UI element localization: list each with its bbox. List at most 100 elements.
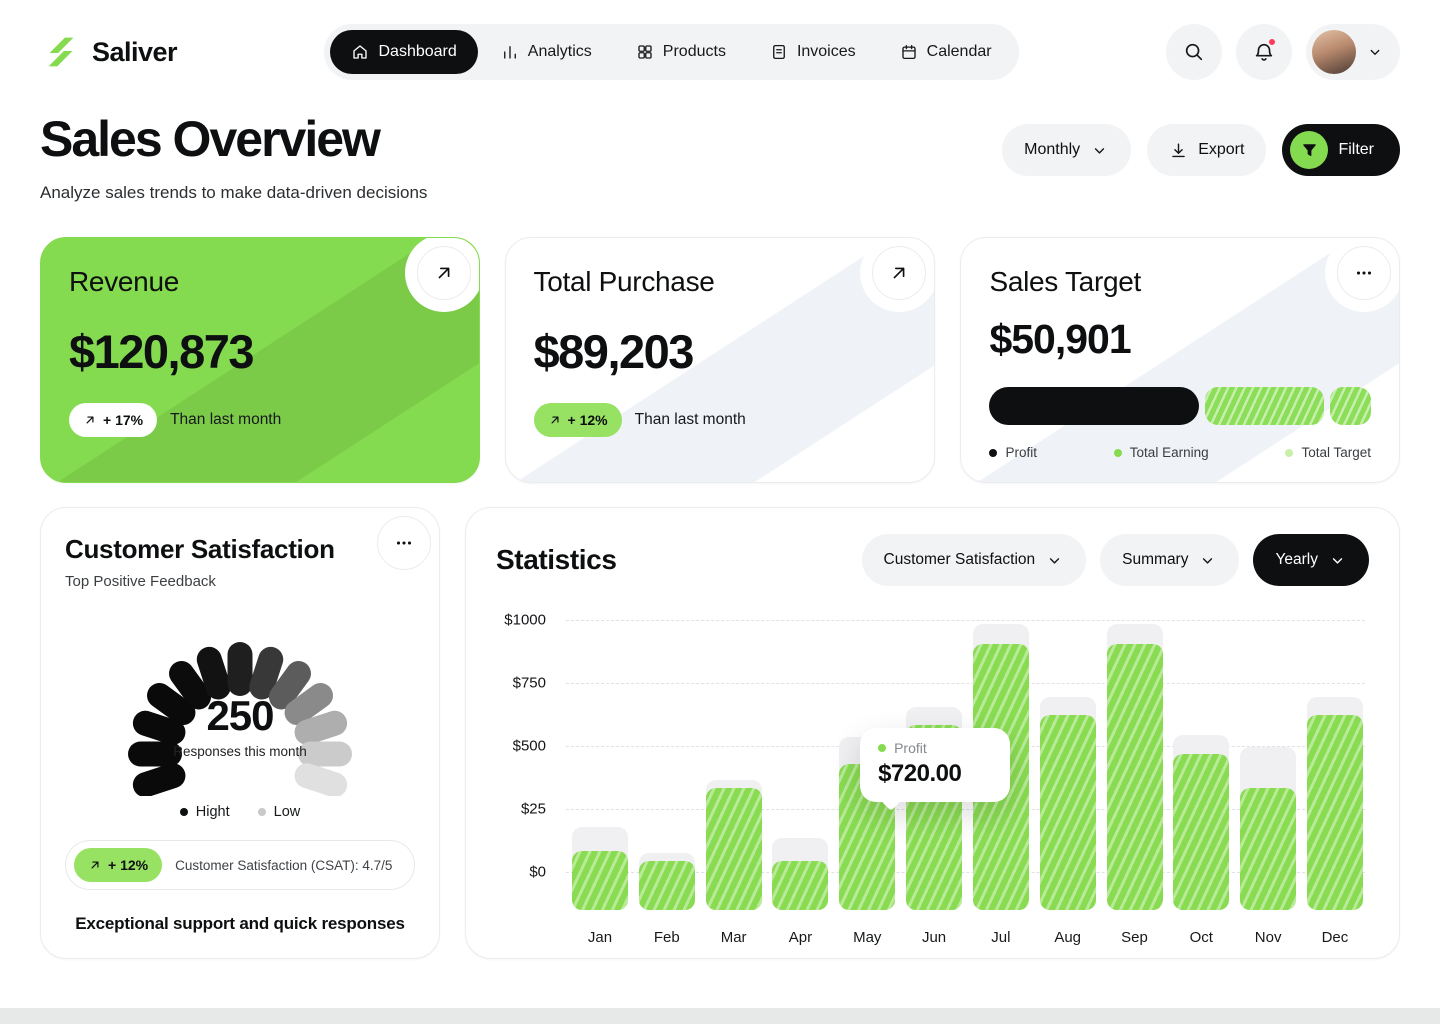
logo-icon bbox=[40, 31, 82, 73]
arrow-up-right-icon bbox=[88, 858, 102, 872]
legend-item-total-earning: Total Earning bbox=[1114, 445, 1209, 460]
csat-delta-badge: + 12% bbox=[74, 848, 162, 882]
nav-item-products[interactable]: Products bbox=[615, 30, 747, 74]
x-axis-label: Feb bbox=[639, 929, 695, 946]
satisfaction-gauge: 250 Responses this month bbox=[90, 604, 390, 796]
x-axis-label: Oct bbox=[1173, 929, 1229, 946]
logo: Saliver bbox=[40, 31, 177, 73]
nav-item-label: Analytics bbox=[528, 43, 592, 61]
bar-profit bbox=[1307, 715, 1363, 910]
sales-target-progress bbox=[989, 387, 1371, 425]
page-title: Sales Overview bbox=[40, 110, 427, 168]
nav-item-label: Calendar bbox=[927, 43, 992, 61]
nav-item-label: Invoices bbox=[797, 43, 856, 61]
chevron-down-icon bbox=[1045, 551, 1064, 570]
satisfaction-legend-low: Low bbox=[258, 804, 301, 820]
sales-target-legend: ProfitTotal EarningTotal Target bbox=[989, 445, 1371, 460]
chart-column-dec[interactable]: Dec bbox=[1307, 610, 1363, 956]
total-purchase-delta-badge: + 12% bbox=[534, 403, 622, 437]
statistics-title: Statistics bbox=[496, 544, 617, 576]
bar-profit bbox=[706, 788, 762, 910]
revenue-expand-button[interactable] bbox=[417, 246, 471, 300]
satisfaction-subtitle: Top Positive Feedback bbox=[65, 573, 415, 590]
export-button[interactable]: Export bbox=[1147, 124, 1266, 176]
bar-profit bbox=[572, 851, 628, 910]
legend-dot bbox=[1114, 449, 1122, 457]
x-axis-label: Nov bbox=[1240, 929, 1296, 946]
bottom-row: Customer Satisfaction Top Positive Feedb… bbox=[40, 507, 1400, 959]
chart-column-mar[interactable]: Mar bbox=[706, 610, 762, 956]
period-label: Monthly bbox=[1024, 141, 1080, 159]
total-purchase-expand-button[interactable] bbox=[872, 246, 926, 300]
notification-dot bbox=[1268, 38, 1276, 46]
download-icon bbox=[1169, 141, 1188, 160]
x-axis-label: Jul bbox=[973, 929, 1029, 946]
nav-item-label: Dashboard bbox=[378, 43, 456, 61]
chevron-down-icon bbox=[1328, 551, 1347, 570]
chart-column-jun[interactable]: JunProfit$720.00 bbox=[906, 610, 962, 956]
filter-button[interactable]: Filter bbox=[1282, 124, 1400, 176]
statistics-filters: Customer Satisfaction Summary Yearly bbox=[862, 534, 1369, 586]
bar-profit bbox=[1107, 644, 1163, 910]
avatar bbox=[1312, 30, 1356, 74]
invoices-icon bbox=[770, 43, 788, 61]
chart-column-oct[interactable]: Oct bbox=[1173, 610, 1229, 956]
nav-item-invoices[interactable]: Invoices bbox=[749, 30, 877, 74]
statistics-header: Statistics Customer Satisfaction Summary… bbox=[496, 534, 1369, 586]
bar-chart: $1000$750$500$25$0JanFebMarAprMayJunProf… bbox=[496, 610, 1369, 956]
chart-column-sep[interactable]: Sep bbox=[1107, 610, 1163, 956]
nav-item-calendar[interactable]: Calendar bbox=[879, 30, 1013, 74]
chart-column-aug[interactable]: Aug bbox=[1040, 610, 1096, 956]
notifications-button[interactable] bbox=[1236, 24, 1292, 80]
chart-column-jan[interactable]: Jan bbox=[572, 610, 628, 956]
customer-satisfaction-card: Customer Satisfaction Top Positive Feedb… bbox=[40, 507, 440, 959]
filter-icon bbox=[1290, 131, 1328, 169]
satisfaction-menu-button[interactable] bbox=[377, 516, 431, 570]
sales-target-card: Sales Target $50,901 ProfitTotal Earning… bbox=[960, 237, 1400, 483]
chart-column-apr[interactable]: Apr bbox=[772, 610, 828, 956]
nav-item-dashboard[interactable]: Dashboard bbox=[330, 30, 477, 74]
total-purchase-value: $89,203 bbox=[534, 324, 907, 379]
gauge-label: Responses this month bbox=[90, 744, 390, 759]
main-nav: Dashboard Analytics Products Invoices Calend… bbox=[324, 24, 1018, 80]
legend-dot bbox=[1285, 449, 1293, 457]
period-dropdown[interactable]: Monthly bbox=[1002, 124, 1131, 176]
target-segment-total-target bbox=[1330, 387, 1371, 425]
chevron-down-icon bbox=[1198, 551, 1217, 570]
analytics-icon bbox=[501, 43, 519, 61]
topbar: Saliver Dashboard Analytics Products Invoic… bbox=[40, 24, 1400, 80]
chart-column-feb[interactable]: Feb bbox=[639, 610, 695, 956]
page: Saliver Dashboard Analytics Products Invoic… bbox=[0, 0, 1440, 1008]
chart-column-nov[interactable]: Nov bbox=[1240, 610, 1296, 956]
sales-target-title: Sales Target bbox=[989, 266, 1371, 298]
search-button[interactable] bbox=[1166, 24, 1222, 80]
sales-target-menu-button[interactable] bbox=[1337, 246, 1391, 300]
statistics-period-dropdown[interactable]: Yearly bbox=[1253, 534, 1369, 586]
y-axis-tick: $750 bbox=[496, 675, 546, 692]
chart-tooltip: Profit$720.00 bbox=[860, 728, 1010, 802]
statistics-summary-dropdown[interactable]: Summary bbox=[1100, 534, 1239, 586]
total-purchase-note: Than last month bbox=[635, 411, 746, 429]
y-axis-tick: $25 bbox=[496, 801, 546, 818]
stat-cards-row: Revenue $120,873 + 17% Than last month T… bbox=[40, 237, 1400, 483]
x-axis-label: Dec bbox=[1307, 929, 1363, 946]
statistics-metric-dropdown[interactable]: Customer Satisfaction bbox=[862, 534, 1087, 586]
x-axis-label: Sep bbox=[1107, 929, 1163, 946]
csat-text: Customer Satisfaction (CSAT): 4.7/5 bbox=[175, 858, 392, 873]
chart-columns: JanFebMarAprMayJunProfit$720.00JulAugSep… bbox=[572, 610, 1363, 956]
nav-item-analytics[interactable]: Analytics bbox=[480, 30, 613, 74]
page-subtitle: Analyze sales trends to make data-driven… bbox=[40, 183, 427, 203]
revenue-title: Revenue bbox=[69, 266, 451, 298]
legend-dot bbox=[258, 808, 266, 816]
satisfaction-title: Customer Satisfaction bbox=[65, 534, 415, 565]
revenue-value: $120,873 bbox=[69, 324, 451, 379]
bar-profit bbox=[639, 861, 695, 910]
user-menu[interactable] bbox=[1306, 24, 1400, 80]
arrow-up-right-icon bbox=[548, 413, 562, 427]
gauge-value: 250 bbox=[90, 692, 390, 740]
tooltip-label: Profit bbox=[894, 740, 927, 756]
target-segment-total-earning bbox=[1205, 387, 1323, 425]
arrow-up-right-icon bbox=[888, 262, 910, 284]
arrow-up-right-icon bbox=[433, 262, 455, 284]
arrow-up-right-icon bbox=[83, 413, 97, 427]
